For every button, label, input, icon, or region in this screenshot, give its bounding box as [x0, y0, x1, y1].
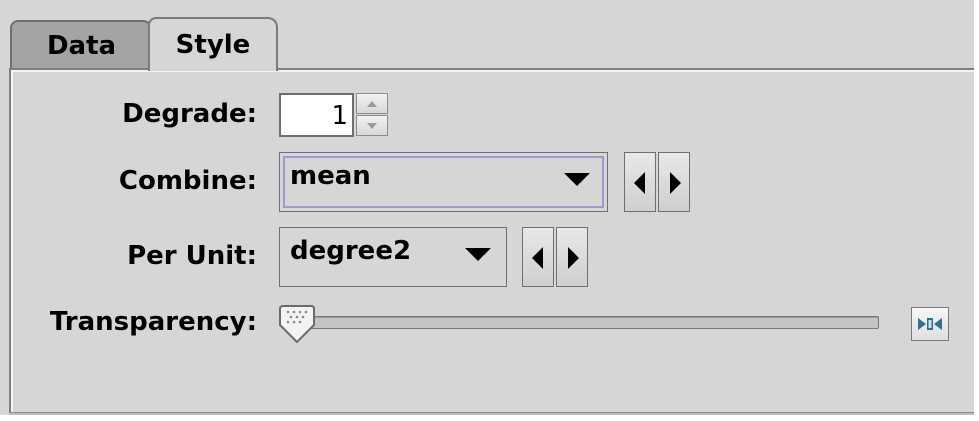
- combine-prev-button[interactable]: [624, 152, 656, 212]
- tab-style[interactable]: Style: [148, 17, 278, 71]
- degrade-spinner-input[interactable]: 1: [279, 93, 354, 137]
- tab-data[interactable]: Data: [10, 20, 153, 70]
- combine-label: Combine:: [118, 166, 257, 196]
- degrade-spinner-down-button[interactable]: [356, 115, 388, 136]
- triangle-right-icon: [670, 172, 681, 194]
- combine-stepper: [624, 152, 692, 212]
- combine-select[interactable]: mean: [279, 152, 608, 212]
- tab-style-label: Style: [175, 30, 251, 60]
- chevron-up-icon: [367, 100, 377, 107]
- transparency-slider-track[interactable]: [284, 316, 879, 329]
- triangle-left-icon: [634, 172, 645, 194]
- degrade-label: Degrade:: [122, 99, 257, 129]
- slider-thumb-icon: [279, 305, 315, 344]
- transparency-slider-thumb[interactable]: [277, 303, 317, 345]
- tab-data-label: Data: [46, 31, 117, 61]
- per-unit-label: Per Unit:: [127, 241, 257, 271]
- per-unit-prev-button[interactable]: [522, 227, 554, 287]
- chevron-down-icon: [367, 122, 377, 129]
- triangle-left-icon: [532, 247, 543, 269]
- degrade-spinner-up-button[interactable]: [356, 93, 388, 114]
- per-unit-select-value: degree2: [290, 236, 412, 266]
- triangle-down-icon: [564, 173, 590, 186]
- per-unit-next-button[interactable]: [556, 227, 588, 287]
- transparency-label: Transparency:: [49, 307, 257, 337]
- triangle-down-icon: [465, 248, 491, 261]
- combine-select-value: mean: [290, 161, 371, 191]
- style-panel-window: Data Style Degrade: 1 Combine: mean Per …: [0, 0, 979, 421]
- triangle-right-icon: [568, 247, 579, 269]
- per-unit-stepper: [522, 227, 590, 287]
- transparency-reset-button[interactable]: [911, 307, 949, 341]
- per-unit-select[interactable]: degree2: [279, 227, 507, 287]
- reset-icon: [918, 318, 942, 330]
- combine-next-button[interactable]: [658, 152, 690, 212]
- panel-bottom-border: [9, 412, 974, 415]
